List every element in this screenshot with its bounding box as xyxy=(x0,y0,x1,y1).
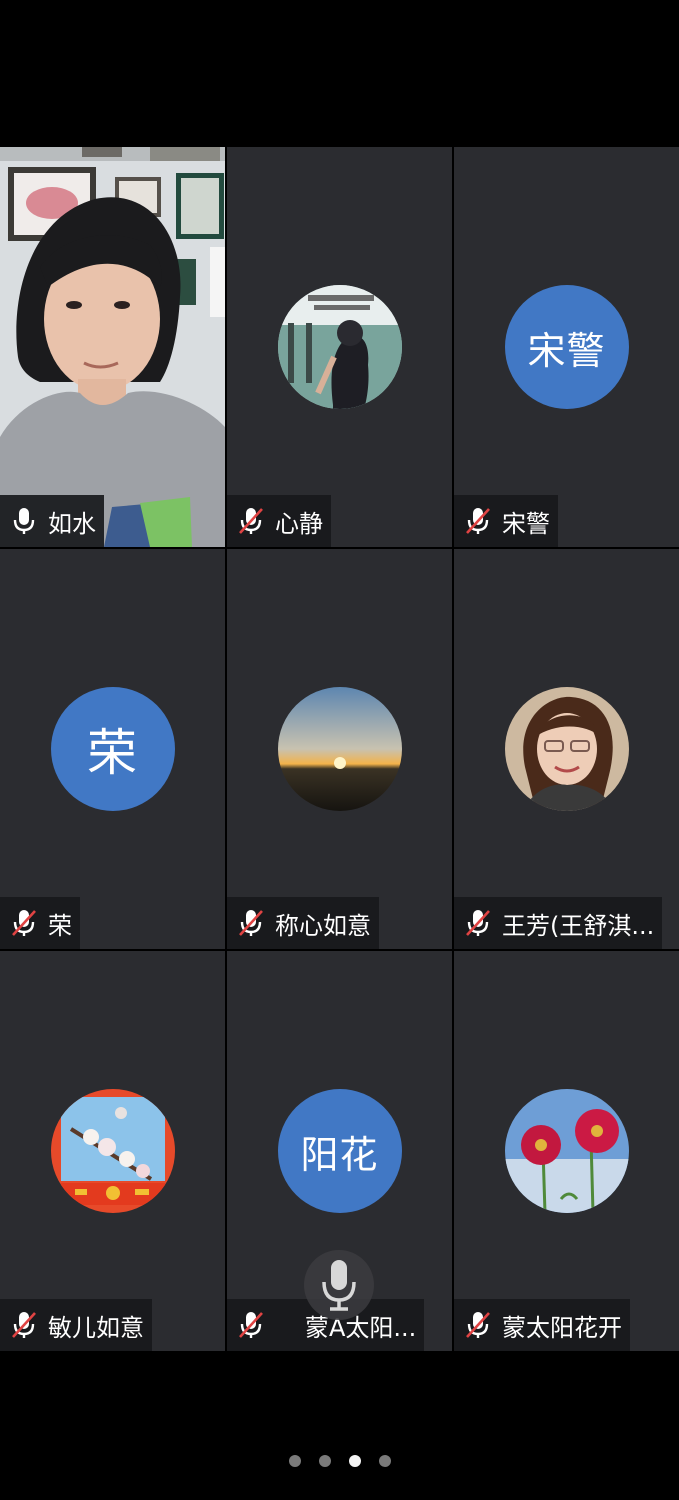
participant-label: 心静 xyxy=(227,495,331,547)
participant-name: 荣 xyxy=(48,911,72,940)
mic-muted-icon[interactable] xyxy=(464,908,492,938)
microphone-icon xyxy=(322,1260,356,1311)
participant-avatar xyxy=(277,285,402,409)
participant-avatar: 阳花 xyxy=(277,1089,402,1213)
participant-label: 宋警 xyxy=(454,495,558,547)
participant-name: 宋警 xyxy=(502,509,550,538)
participant-tile[interactable]: 蒙太阳花开 xyxy=(454,951,679,1351)
participant-tile[interactable]: 心静 xyxy=(227,147,452,547)
participant-video-feed xyxy=(0,147,225,547)
mic-muted-icon[interactable] xyxy=(237,506,265,536)
participant-name: 如水 xyxy=(48,509,96,538)
participant-name: 称心如意 xyxy=(275,911,371,940)
mic-muted-icon[interactable] xyxy=(10,1310,38,1340)
participant-avatar: 荣 xyxy=(50,687,175,811)
participant-label: 王芳(王舒淇... xyxy=(454,897,663,949)
participant-name: 心静 xyxy=(275,509,323,538)
page-dot[interactable] xyxy=(318,1455,331,1467)
participant-name: 敏儿如意 xyxy=(48,1313,144,1342)
page-dot[interactable] xyxy=(288,1455,301,1467)
participant-avatar xyxy=(50,1089,175,1213)
avatar-initials: 荣 xyxy=(87,724,138,782)
mic-muted-icon[interactable] xyxy=(237,908,265,938)
participant-label: 荣 xyxy=(0,897,80,949)
participant-avatar xyxy=(504,687,629,811)
participant-name: 蒙太阳花开 xyxy=(502,1313,622,1342)
participant-label: 如水 xyxy=(0,495,104,547)
participant-tile[interactable]: 宋警 宋警 xyxy=(454,147,679,547)
participant-tile-video[interactable]: 如水 xyxy=(0,147,225,547)
page-dot[interactable] xyxy=(378,1455,391,1467)
avatar-initials: 宋警 xyxy=(527,328,606,373)
mic-muted-icon[interactable] xyxy=(464,1310,492,1340)
participant-avatar xyxy=(504,1089,629,1213)
page-dot-active[interactable] xyxy=(348,1455,361,1467)
page-indicator xyxy=(0,1453,679,1469)
participant-label: 敏儿如意 xyxy=(0,1299,152,1351)
participant-name: 王芳(王舒淇... xyxy=(502,911,655,940)
participant-tile[interactable]: 敏儿如意 xyxy=(0,951,225,1351)
mic-on-icon[interactable] xyxy=(10,506,38,536)
mic-muted-icon[interactable] xyxy=(237,1310,265,1340)
participant-grid: 如水 心静 宋警 宋警 荣 荣 称心如意 王芳(王舒淇... 敏儿如意 阳花 蒙… xyxy=(0,147,679,1352)
participant-avatar xyxy=(277,687,402,811)
mic-muted-icon[interactable] xyxy=(464,506,492,536)
mic-muted-icon[interactable] xyxy=(10,908,38,938)
microphone-button[interactable] xyxy=(304,1250,374,1320)
participant-avatar: 宋警 xyxy=(504,285,629,409)
participant-tile[interactable]: 称心如意 xyxy=(227,549,452,949)
avatar-initials: 阳花 xyxy=(300,1132,379,1177)
participant-label: 称心如意 xyxy=(227,897,379,949)
participant-tile[interactable]: 荣 荣 xyxy=(0,549,225,949)
participant-tile[interactable]: 王芳(王舒淇... xyxy=(454,549,679,949)
participant-label: 蒙太阳花开 xyxy=(454,1299,630,1351)
